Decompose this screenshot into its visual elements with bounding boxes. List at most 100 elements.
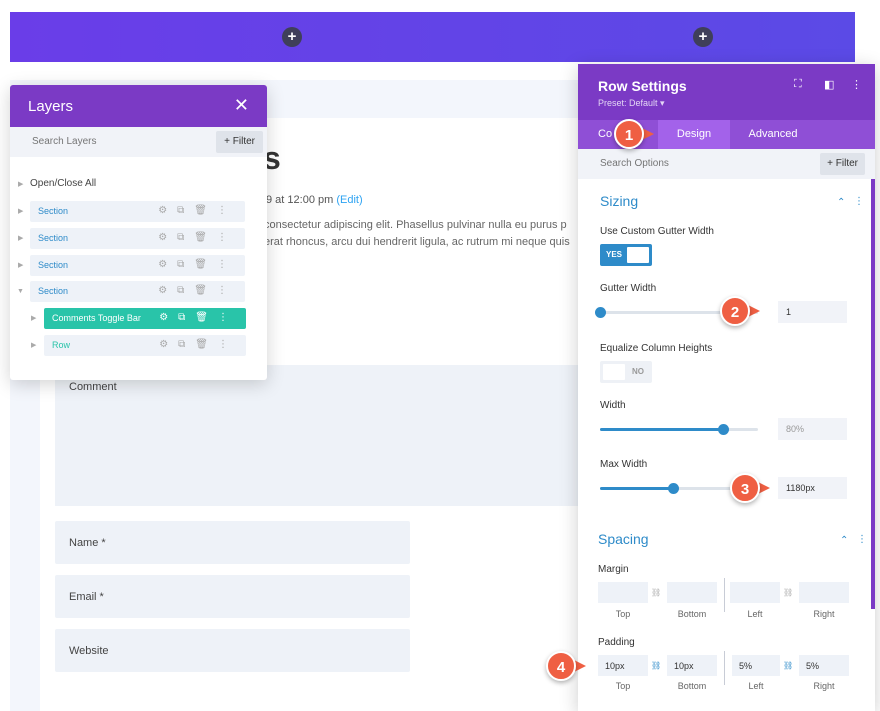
padding-top-input[interactable]: 10px [598, 655, 648, 676]
width-slider[interactable] [600, 424, 758, 435]
layers-header: Layers ✕ [10, 85, 267, 127]
custom-gutter-label: Use Custom Gutter Width [600, 226, 714, 237]
layer-item-section[interactable]: Section ⚙⧉🗑⋮ [30, 281, 245, 302]
layer-actions-icons[interactable]: ⚙⧉🗑⋮ [158, 232, 237, 243]
margin-right-input[interactable] [799, 582, 849, 603]
row-settings-panel: Row Settings Preset: Default ▾ ⛶ ◧ ⋮ Co … [578, 64, 875, 711]
settings-header: Row Settings Preset: Default ▾ ⛶ ◧ ⋮ [578, 64, 875, 120]
add-module-plus-icon[interactable]: + [282, 27, 302, 47]
comment-textarea[interactable]: Comment [55, 365, 580, 506]
edit-link[interactable]: (Edit) [336, 194, 362, 206]
layer-item-row[interactable]: Row ⚙⧉🗑⋮ [44, 335, 246, 356]
sizing-section-title[interactable]: Sizing [600, 193, 638, 209]
callout-badge-1: 1 [614, 119, 644, 149]
triangle-right-icon[interactable]: ▶ [18, 207, 23, 215]
toggle-no-text: NO [632, 367, 644, 376]
post-meta: 9 at 12:00 pm (Edit) [266, 194, 363, 206]
layer-item-comments-toggle-bar[interactable]: Comments Toggle Bar ⚙⧉🗑⋮ [44, 308, 246, 329]
custom-gutter-toggle[interactable]: YES [600, 244, 652, 266]
preset-dropdown[interactable]: Preset: Default ▾ [598, 98, 665, 109]
padding-left-input[interactable]: 5% [732, 655, 780, 676]
layer-actions-icons[interactable]: ⚙⧉🗑⋮ [159, 312, 238, 323]
link-icon[interactable]: ⛓ [783, 588, 793, 597]
padding-right-input[interactable]: 5% [799, 655, 849, 676]
website-label: Website [69, 645, 109, 657]
max-width-input[interactable]: 1180px [778, 477, 847, 499]
margin-top-input[interactable] [598, 582, 648, 603]
triangle-right-icon[interactable]: ▶ [18, 234, 23, 242]
layer-actions-icons[interactable]: ⚙⧉🗑⋮ [158, 259, 237, 270]
layer-actions-icons[interactable]: ⚙⧉🗑⋮ [158, 205, 237, 216]
comment-label: Comment [69, 381, 117, 393]
search-layers-input[interactable] [32, 136, 202, 147]
sub-label-left: Left [747, 609, 763, 619]
slider-handle[interactable] [718, 424, 729, 435]
link-icon[interactable]: ⛓ [651, 588, 661, 597]
layer-item-section[interactable]: Section ⚙⧉🗑⋮ [30, 255, 245, 276]
split-view-icon[interactable]: ◧ [824, 78, 834, 91]
callout-badge-2: 2 [720, 296, 750, 326]
more-options-icon[interactable]: ⋮ [857, 534, 867, 545]
layer-label: Row [52, 340, 71, 350]
equalize-toggle[interactable]: NO [600, 361, 652, 383]
search-options-input[interactable] [600, 158, 770, 169]
triangle-down-icon[interactable]: ▼ [17, 288, 24, 295]
margin-bottom-input[interactable] [667, 582, 717, 603]
sub-label-bottom: Bottom [677, 609, 707, 619]
open-close-all[interactable]: Open/Close All [30, 178, 96, 189]
name-field[interactable]: Name * [55, 521, 410, 564]
post-date: 9 at 12:00 pm [266, 194, 334, 206]
spacing-section-title[interactable]: Spacing [598, 531, 649, 547]
filter-button[interactable]: + Filter [216, 131, 263, 153]
link-icon[interactable]: ⛓ [651, 661, 661, 670]
collapse-chevron-icon[interactable]: ⌃ [837, 197, 845, 208]
layer-label: Section [38, 206, 69, 216]
layers-search-bar: + Filter [10, 127, 267, 157]
padding-label: Padding [598, 637, 635, 648]
more-options-icon[interactable]: ⋮ [854, 196, 864, 207]
layer-actions-icons[interactable]: ⚙⧉🗑⋮ [158, 285, 237, 296]
filter-button[interactable]: + Filter [820, 153, 865, 175]
layers-panel: Layers ✕ + Filter ▶ Open/Close All ▶ Sec… [10, 85, 267, 380]
collapse-chevron-icon[interactable]: ⌃ [840, 535, 848, 546]
width-label: Width [600, 400, 626, 411]
toggle-knob [627, 247, 649, 263]
layer-label: Section [38, 286, 69, 296]
tab-advanced[interactable]: Advanced [730, 120, 816, 149]
slider-fill [600, 428, 723, 431]
triangle-right-icon[interactable]: ▶ [18, 180, 23, 188]
callout-badge-4: 4 [546, 651, 576, 681]
sub-label-right: Right [813, 609, 835, 619]
triangle-right-icon[interactable]: ▶ [18, 261, 23, 269]
margin-left-input[interactable] [730, 582, 780, 603]
scrollbar[interactable] [871, 179, 875, 609]
layer-label: Comments Toggle Bar [52, 313, 141, 323]
width-input[interactable]: 80% [778, 418, 847, 440]
close-icon[interactable]: ✕ [234, 95, 249, 116]
layer-item-section[interactable]: Section ⚙⧉🗑⋮ [30, 201, 245, 222]
toggle-yes-text: YES [606, 250, 623, 259]
slider-handle[interactable] [595, 307, 606, 318]
add-module-plus-icon[interactable]: + [693, 27, 713, 47]
triangle-right-icon[interactable]: ▶ [31, 314, 36, 322]
slider-handle[interactable] [668, 483, 679, 494]
triangle-right-icon[interactable]: ▶ [31, 341, 36, 349]
padding-bottom-input[interactable]: 10px [667, 655, 717, 676]
tab-design[interactable]: Design [658, 120, 730, 149]
sub-label-left: Left [748, 681, 764, 691]
more-options-icon[interactable]: ⋮ [851, 78, 862, 91]
settings-title: Row Settings [598, 78, 687, 94]
link-icon[interactable]: ⛓ [783, 661, 793, 670]
layer-label: Section [38, 233, 69, 243]
layers-title: Layers [28, 98, 74, 115]
layer-actions-icons[interactable]: ⚙⧉🗑⋮ [159, 339, 238, 350]
layer-item-section[interactable]: Section ⚙⧉🗑⋮ [30, 228, 245, 249]
website-field[interactable]: Website [55, 629, 410, 672]
email-label: Email * [69, 591, 104, 603]
options-search-bar: + Filter [578, 149, 875, 179]
fullscreen-icon[interactable]: ⛶ [794, 78, 802, 91]
email-field[interactable]: Email * [55, 575, 410, 618]
body-line: erat rhoncus, arcu dui hendrerit ligula,… [264, 236, 570, 248]
gutter-width-input[interactable]: 1 [778, 301, 847, 323]
layer-label: Section [38, 260, 69, 270]
